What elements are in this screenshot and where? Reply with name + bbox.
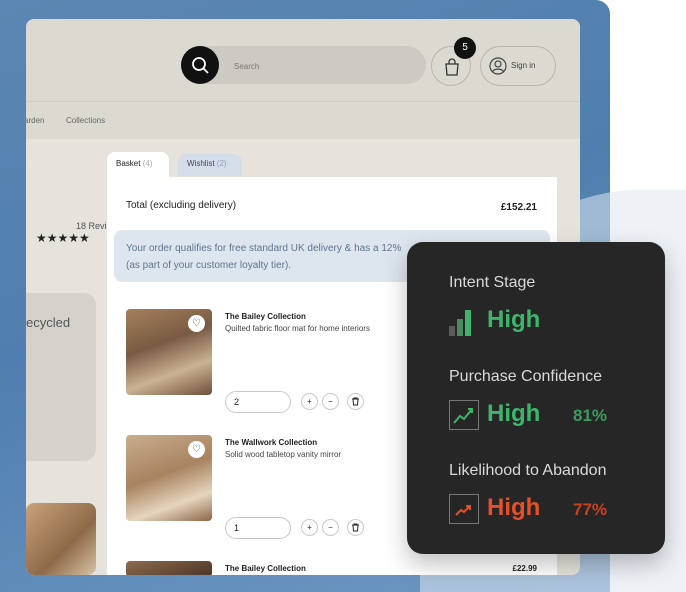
tab-basket-count: (4) bbox=[142, 159, 153, 168]
wishlist-heart-icon[interactable]: ♡ bbox=[188, 315, 205, 332]
tab-wishlist-count: (2) bbox=[216, 159, 227, 168]
wishlist-heart-icon[interactable]: ♡ bbox=[188, 441, 205, 458]
sign-in-label: Sign in bbox=[511, 61, 536, 70]
feature-card-text: ecycled bbox=[26, 315, 71, 330]
bar-signal-icon bbox=[449, 310, 471, 336]
item-image-bailey[interactable] bbox=[126, 561, 212, 575]
purchase-confidence-label: Purchase Confidence bbox=[449, 368, 602, 385]
decrease-quantity-button[interactable]: − bbox=[322, 393, 339, 410]
trend-alert-icon bbox=[449, 494, 479, 524]
purchase-confidence-percent: 81% bbox=[573, 406, 608, 425]
total-value: £152.21 bbox=[500, 202, 537, 213]
increase-quantity-button[interactable]: + bbox=[301, 519, 318, 536]
abandon-likelihood-value: High bbox=[487, 494, 541, 521]
decrease-quantity-button[interactable]: − bbox=[322, 519, 339, 536]
shopping-bag-icon bbox=[445, 58, 459, 76]
purchase-confidence-value: High bbox=[487, 400, 541, 427]
nav-item-collections[interactable]: Collections bbox=[66, 116, 105, 125]
product-thumbnail[interactable] bbox=[26, 503, 96, 575]
nav-item-garden[interactable]: arden bbox=[26, 116, 44, 125]
tab-basket-label: Basket bbox=[116, 159, 141, 168]
trend-up-icon bbox=[449, 400, 479, 430]
tab-wishlist[interactable]: Wishlist (2) bbox=[178, 154, 242, 176]
item-description: Quilted fabric floor mat for home interi… bbox=[225, 324, 370, 333]
search-input[interactable] bbox=[234, 59, 404, 73]
nav-divider bbox=[26, 101, 580, 102]
customer-insights-card: Intent Stage High Purchase Confidence Hi… bbox=[407, 242, 665, 554]
trash-icon bbox=[352, 523, 359, 532]
tab-wishlist-label: Wishlist bbox=[187, 159, 215, 168]
intent-stage-label: Intent Stage bbox=[449, 274, 536, 291]
search-icon bbox=[192, 57, 209, 74]
item-title[interactable]: The Bailey Collection bbox=[225, 312, 306, 321]
user-icon bbox=[489, 57, 507, 75]
sign-in-button[interactable]: Sign in bbox=[480, 46, 556, 86]
item-title[interactable]: The Wallwork Collection bbox=[225, 438, 317, 447]
abandon-likelihood-percent: 77% bbox=[573, 500, 608, 519]
increase-quantity-button[interactable]: + bbox=[301, 393, 318, 410]
trash-icon bbox=[352, 397, 359, 406]
item-description: Solid wood tabletop vanity mirror bbox=[225, 450, 342, 459]
item-price: £22.99 bbox=[512, 564, 537, 573]
quantity-input[interactable]: 2 bbox=[225, 391, 291, 413]
basket-count-badge: 5 bbox=[454, 37, 476, 59]
star-rating: ★★★★★ bbox=[36, 231, 90, 245]
item-title[interactable]: The Bailey Collection bbox=[225, 564, 306, 573]
total-label: Total (excluding delivery) bbox=[126, 200, 237, 211]
quantity-input[interactable]: 1 bbox=[225, 517, 291, 539]
remove-item-button[interactable] bbox=[347, 519, 364, 536]
intent-stage-value: High bbox=[487, 306, 541, 333]
abandon-likelihood-label: Likelihood to Abandon bbox=[449, 462, 607, 479]
remove-item-button[interactable] bbox=[347, 393, 364, 410]
tab-basket[interactable]: Basket (4) bbox=[107, 152, 169, 178]
search-button[interactable] bbox=[181, 46, 219, 84]
site-header: 5 Sign in arden Collections bbox=[26, 19, 580, 139]
